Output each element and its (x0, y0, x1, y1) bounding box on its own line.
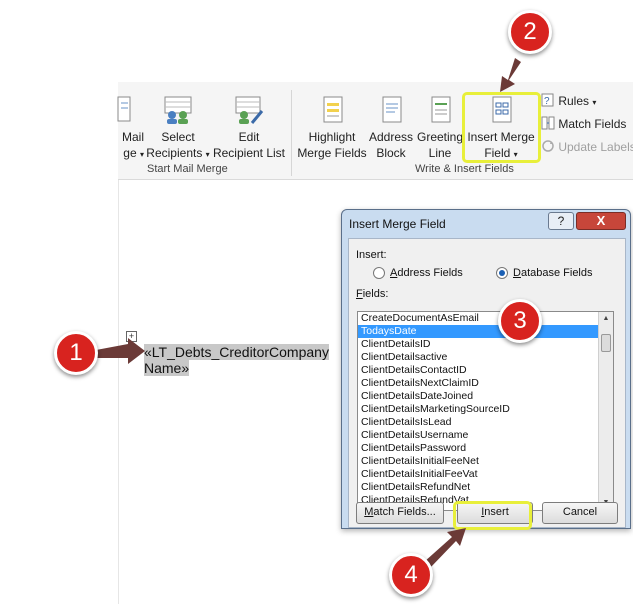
callout-3: 3 (498, 299, 542, 343)
callout-4: 4 (389, 553, 433, 597)
callout-2: 2 (508, 10, 552, 54)
arrow-4-icon (424, 528, 466, 568)
callout-arrows (96, 58, 521, 568)
callout-1: 1 (54, 331, 98, 375)
screenshot-stage: Mail ge ▾ Select Recipients ▾ Edit Recip… (0, 0, 633, 604)
arrow-2-icon (500, 58, 521, 92)
arrow-1-icon (96, 338, 145, 364)
